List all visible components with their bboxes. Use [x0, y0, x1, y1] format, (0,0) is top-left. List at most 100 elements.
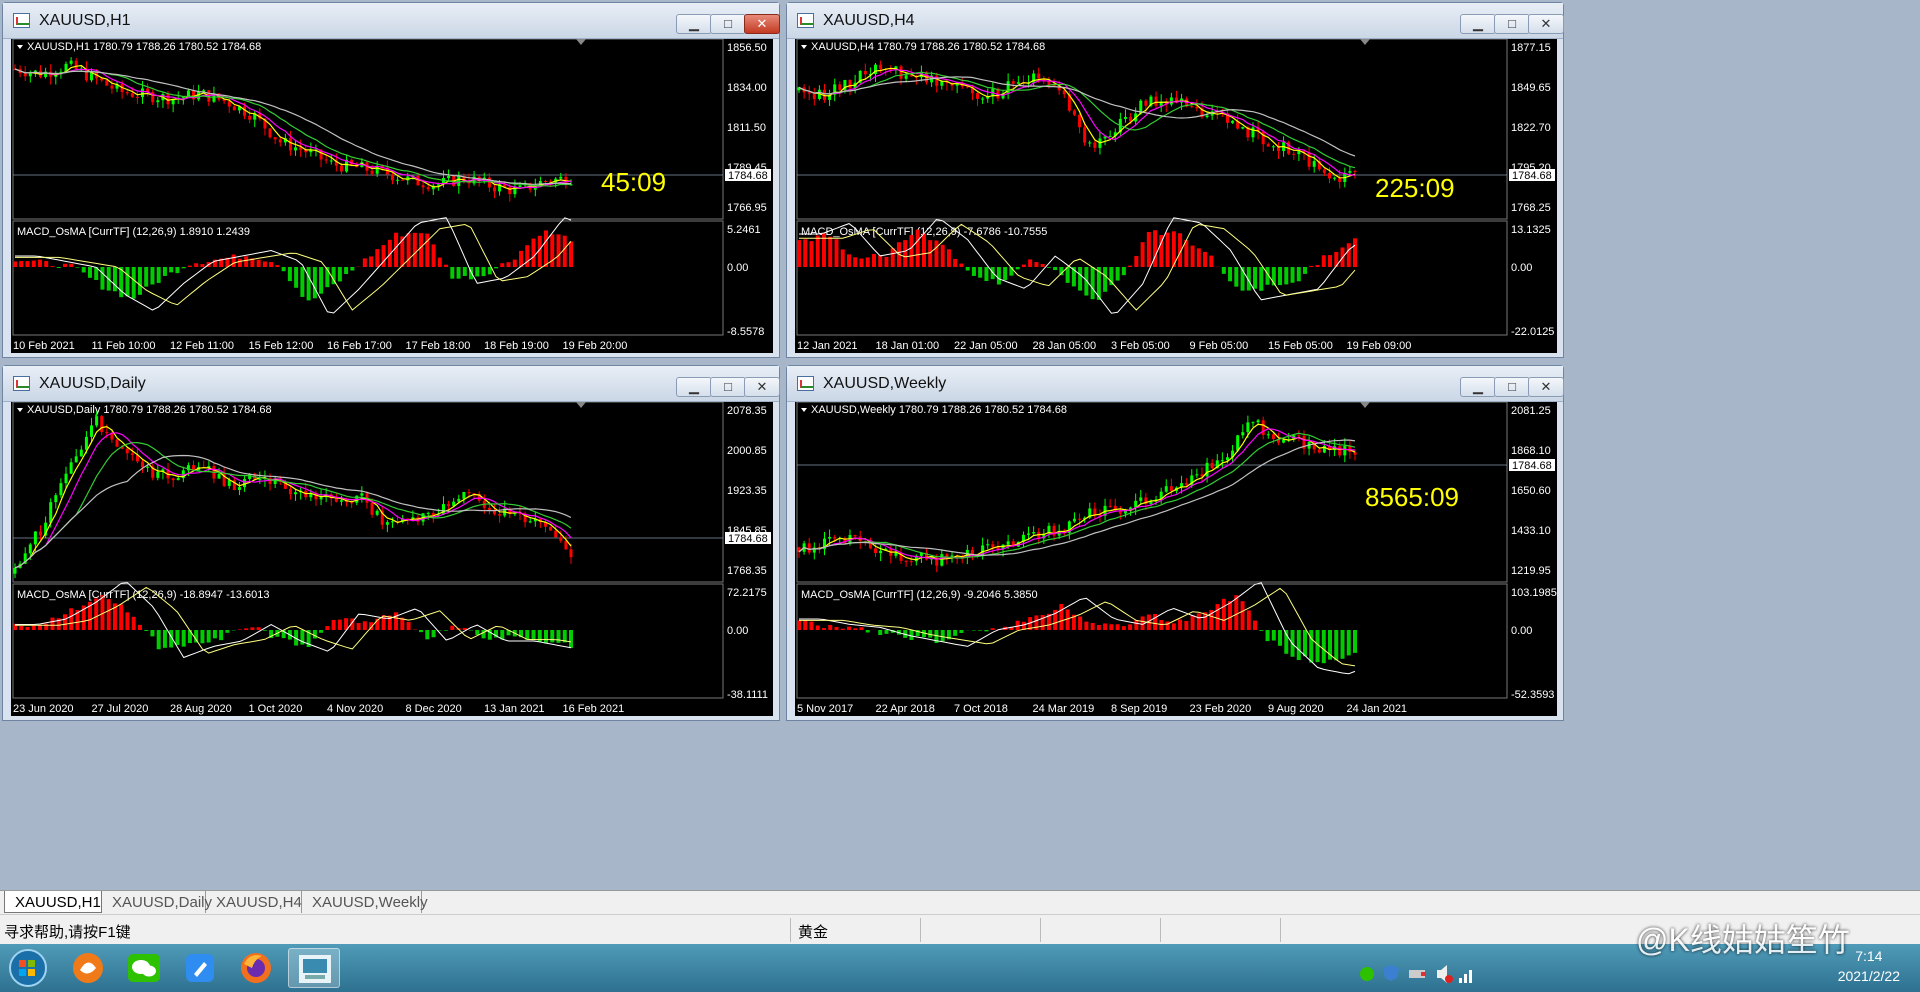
chart-svg[interactable]: XAUUSD,H1 1780.79 1788.26 1780.52 1784.6… — [11, 38, 773, 353]
candle-body — [543, 181, 547, 183]
candle-body — [1032, 532, 1036, 534]
chart-window-weekly[interactable]: XAUUSD,Weekly ▁ □ ✕ XAUUSD,Weekly 1780.79 17… — [786, 365, 1564, 721]
macd-histogram-bar — [853, 628, 858, 630]
close-button[interactable]: ✕ — [744, 14, 780, 34]
macd-histogram-bar — [369, 256, 374, 267]
candle-body — [69, 60, 73, 64]
macd-histogram-bar — [531, 238, 536, 267]
chart-canvas[interactable]: XAUUSD,H1 1780.79 1788.26 1780.52 1784.6… — [11, 38, 773, 353]
chart-window-daily[interactable]: XAUUSD,Daily ▁ □ ✕ XAUUSD,Daily 1780.79 1788… — [2, 365, 780, 759]
maximize-button[interactable]: □ — [710, 14, 746, 34]
date-tick-label: 15 Feb 12:00 — [249, 340, 314, 352]
chart-svg[interactable]: XAUUSD,Daily 1780.79 1788.26 1780.52 178… — [11, 401, 773, 759]
taskbar-app-mt4[interactable] — [288, 948, 340, 988]
candle-body — [528, 521, 532, 523]
chart-canvas[interactable]: XAUUSD,H4 1780.79 1788.26 1780.52 1784.6… — [795, 38, 1557, 353]
chart-canvas[interactable]: XAUUSD,Weekly 1780.79 1788.26 1780.52 17… — [795, 401, 1557, 716]
macd-histogram-bar — [1278, 630, 1283, 646]
macd-histogram-bar — [1353, 238, 1357, 267]
macd-histogram-bar — [419, 630, 424, 633]
tab-xauusd-daily[interactable]: XAUUSD,Daily — [102, 891, 212, 913]
candle-body — [457, 498, 461, 502]
candle-body — [146, 466, 150, 468]
price-tick-label: 2000.85 — [727, 445, 767, 457]
candle-body — [1210, 462, 1214, 469]
macd-histogram-bar — [44, 623, 49, 630]
status-divider — [1040, 918, 1041, 942]
taskbar-app-orange[interactable] — [60, 948, 116, 988]
window-titlebar[interactable]: XAUUSD,Weekly ▁ □ ✕ — [787, 366, 1564, 402]
macd-histogram-bar — [131, 616, 136, 630]
maximize-button[interactable]: □ — [710, 377, 746, 397]
minimize-button[interactable]: ▁ — [676, 14, 712, 34]
orange-app-icon — [73, 953, 103, 983]
minimize-button[interactable]: ▁ — [1460, 14, 1496, 34]
candle-body — [64, 473, 68, 484]
taskbar-app-note[interactable] — [172, 948, 228, 988]
chart-window-h4[interactable]: XAUUSD,H4 ▁ □ ✕ XAUUSD,H4 1780.79 1788.26 17… — [786, 2, 1564, 358]
macd-histogram-bar — [519, 250, 524, 267]
candle-body — [462, 491, 466, 499]
candle-body — [981, 98, 985, 100]
current-price-label: 1784.68 — [728, 533, 768, 545]
close-button[interactable]: ✕ — [1528, 377, 1564, 397]
macd-histogram-bar — [44, 261, 49, 267]
macd-histogram-bar — [562, 235, 567, 267]
macd-histogram-bar — [797, 620, 801, 630]
tray-icons[interactable] — [1355, 948, 1485, 988]
price-tick-label: 1650.60 — [1511, 485, 1551, 497]
tab-xauusd-h4[interactable]: XAUUSD,H4 — [206, 891, 302, 913]
macd-tick-label: -8.5578 — [727, 326, 764, 338]
macd-histogram-bar — [425, 233, 430, 267]
macd-histogram-bar — [237, 629, 242, 630]
macd-histogram-bar — [1315, 265, 1320, 267]
macd-histogram-bar — [175, 267, 180, 274]
minimize-button[interactable]: ▁ — [1460, 377, 1496, 397]
chart-window-h1[interactable]: XAUUSD,H1 ▁ □ ✕ XAUUSD,H1 1780.79 1788.26 17… — [2, 2, 780, 358]
candle-body — [1261, 420, 1265, 435]
macd-histogram-bar — [131, 267, 136, 299]
macd-tick-label: -38.1111 — [727, 689, 768, 701]
candle-body — [467, 491, 471, 494]
candle-body — [1205, 115, 1209, 118]
candle-body — [1251, 127, 1255, 138]
chart-canvas[interactable]: XAUUSD,Daily 1780.79 1788.26 1780.52 178… — [11, 401, 773, 759]
candle-body — [288, 488, 292, 495]
window-titlebar[interactable]: XAUUSD,Daily ▁ □ ✕ — [3, 366, 780, 402]
tab-xauusd-weekly[interactable]: XAUUSD,Weekly — [302, 891, 428, 913]
taskbar-app-wechat[interactable] — [116, 948, 172, 988]
chart-svg[interactable]: XAUUSD,Weekly 1780.79 1788.26 1780.52 17… — [795, 401, 1557, 716]
macd-histogram-bar — [809, 241, 814, 267]
macd-tick-label: 5.2461 — [727, 224, 761, 236]
macd-histogram-bar — [544, 630, 549, 644]
candle-body — [807, 543, 811, 553]
macd-histogram-bar — [940, 244, 945, 267]
close-button[interactable]: ✕ — [744, 377, 780, 397]
price-tick-label: 1923.35 — [727, 485, 767, 497]
close-button[interactable]: ✕ — [1528, 14, 1564, 34]
price-tick-label: 1868.10 — [1511, 445, 1551, 457]
macd-histogram-bar — [797, 240, 801, 267]
candle-body — [874, 548, 878, 554]
window-titlebar[interactable]: XAUUSD,H4 ▁ □ ✕ — [787, 3, 1564, 39]
macd-histogram-bar — [81, 267, 86, 273]
macd-histogram-bar — [119, 604, 124, 630]
candle-body — [1169, 486, 1173, 491]
start-button[interactable] — [4, 948, 52, 988]
candle-body — [909, 75, 913, 77]
chart-svg[interactable]: XAUUSD,H4 1780.79 1788.26 1780.52 1784.6… — [795, 38, 1557, 353]
candle-body — [559, 176, 563, 179]
macd-histogram-bar — [1284, 267, 1289, 285]
candle-body — [1256, 420, 1260, 423]
macd-histogram-bar — [1334, 630, 1339, 661]
maximize-button[interactable]: □ — [1494, 14, 1530, 34]
minimize-button[interactable]: ▁ — [676, 377, 712, 397]
macd-histogram-bar — [828, 624, 833, 630]
window-titlebar[interactable]: XAUUSD,H1 ▁ □ ✕ — [3, 3, 780, 39]
macd-histogram-bar — [921, 233, 926, 267]
macd-histogram-bar — [928, 240, 933, 267]
tab-xauusd-h1[interactable]: XAUUSD,H1 — [4, 891, 102, 913]
taskbar-app-firefox[interactable] — [228, 948, 284, 988]
maximize-button[interactable]: □ — [1494, 377, 1530, 397]
candle-body — [1078, 114, 1082, 128]
